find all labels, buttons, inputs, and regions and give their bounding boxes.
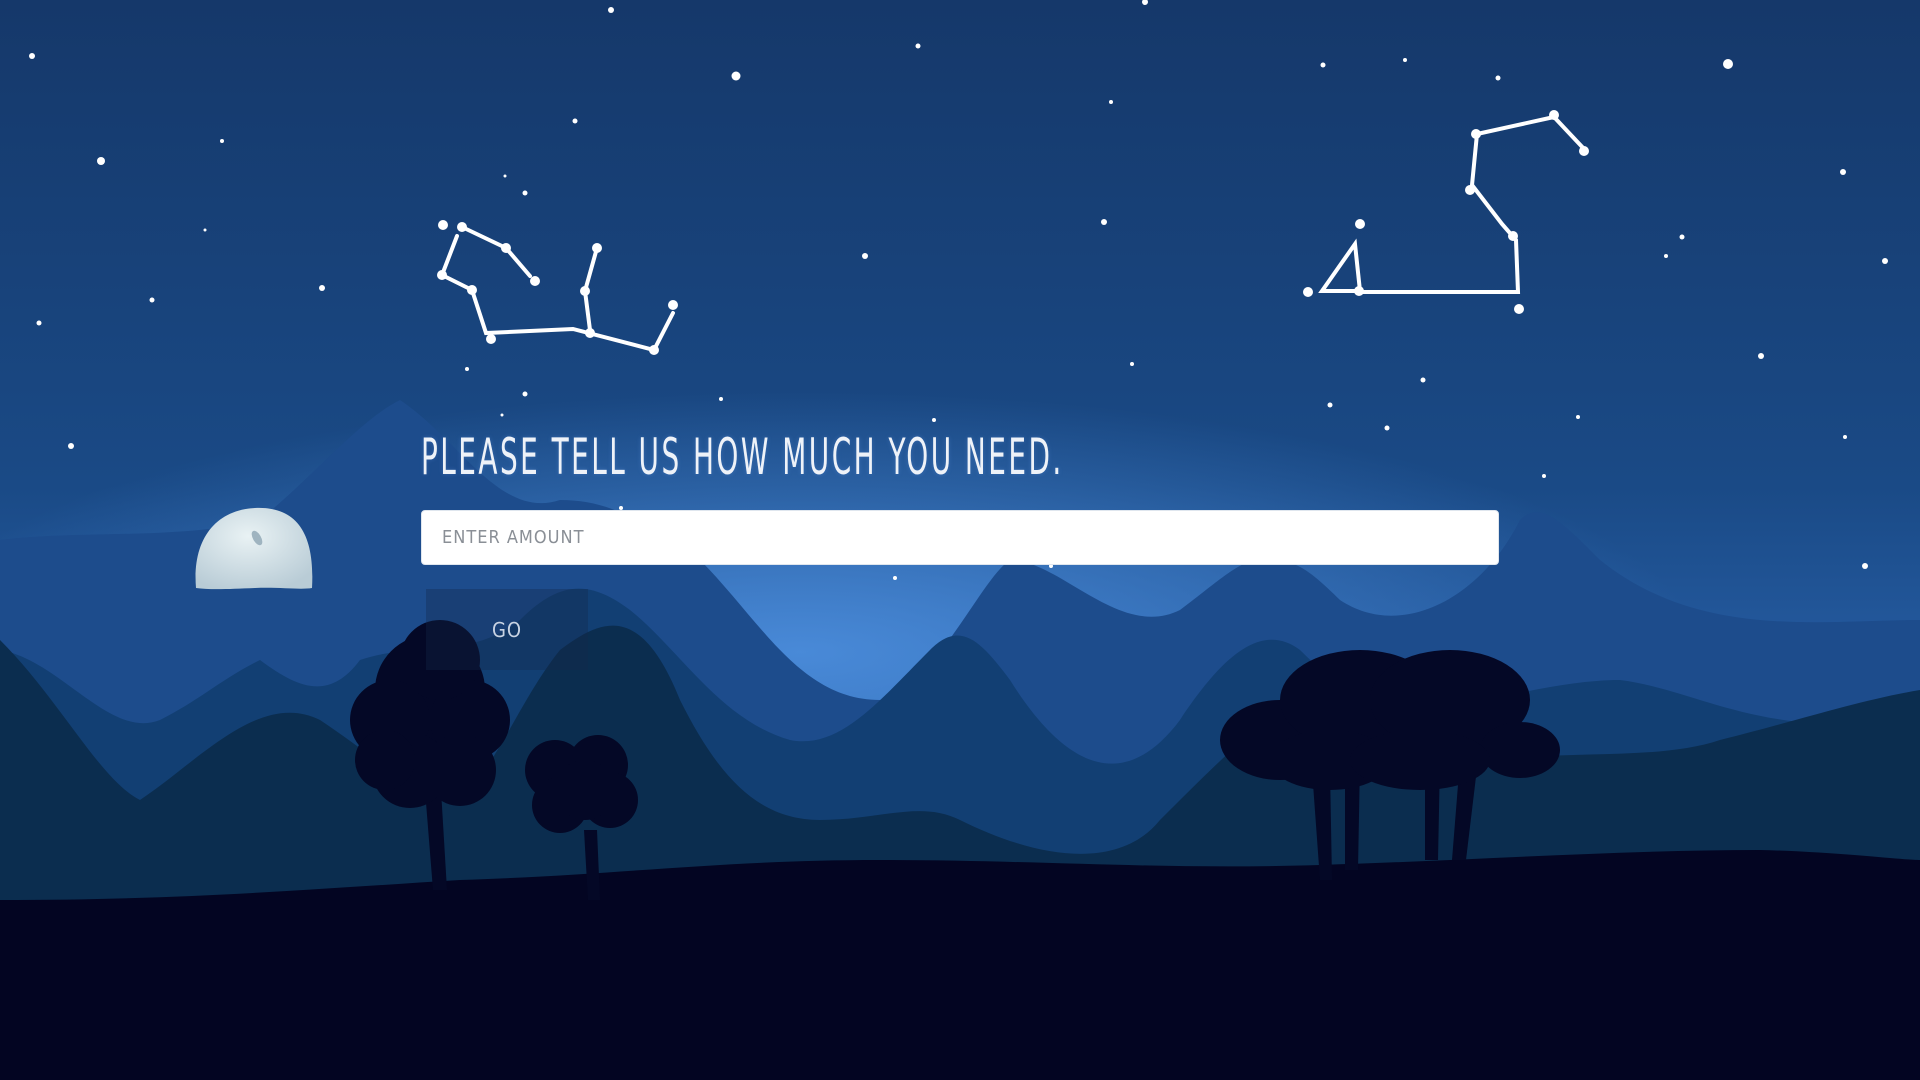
amount-input[interactable] xyxy=(421,510,1499,565)
page-title: PLEASE TELL US HOW MUCH YOU NEED. xyxy=(421,428,1064,486)
go-button[interactable]: GO xyxy=(426,589,588,670)
